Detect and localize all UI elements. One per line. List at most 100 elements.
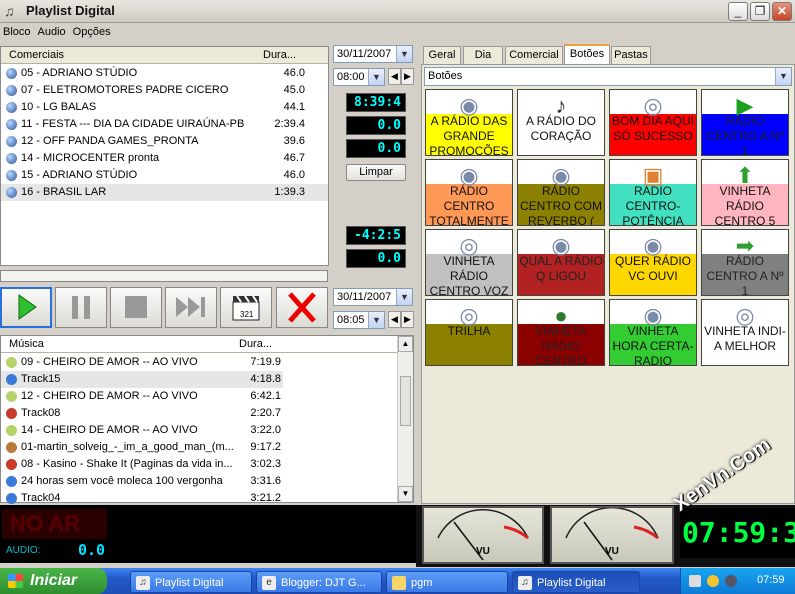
- tab-dia[interactable]: Dia: [463, 46, 503, 64]
- sound-button[interactable]: QUAL A RÁDIO Q LIGOU ◉: [517, 229, 605, 296]
- stop-button[interactable]: [110, 287, 162, 328]
- task-pgm[interactable]: pgm: [386, 571, 508, 593]
- track-name: Track15: [21, 373, 61, 385]
- start-button[interactable]: Iniciar: [0, 568, 107, 594]
- date-picker-bottom[interactable]: 30/11/2007 ▼: [333, 288, 413, 306]
- menu-audio[interactable]: Audio: [35, 24, 70, 38]
- sound-button[interactable]: A RÁDIO DO CORAÇÃO ♪: [517, 89, 605, 156]
- lcd-display-3: 0.0: [346, 139, 406, 158]
- tab-comercial[interactable]: Comercial: [505, 46, 563, 64]
- time-select-top[interactable]: 08:00 ▼: [333, 68, 385, 86]
- chevron-down-icon[interactable]: ▼: [398, 486, 413, 502]
- table-row[interactable]: 07 - ELETROMOTORES PADRE CICERO 45.0: [1, 82, 328, 99]
- sound-button[interactable]: RÁDIO CENTRO-POTÊNCIA ▣: [609, 159, 697, 226]
- commercial-duration: 46.0: [283, 67, 305, 79]
- lcd-display-4: -4:2:5: [346, 226, 406, 245]
- play-button[interactable]: [0, 287, 52, 328]
- date-picker-top[interactable]: 30/11/2007 ▼: [333, 45, 413, 63]
- windows-logo-icon: [8, 574, 23, 588]
- tab-pastas[interactable]: Pastas: [611, 46, 651, 64]
- time-select-bottom[interactable]: 08:05 ▼: [333, 311, 385, 329]
- security-icon[interactable]: [707, 575, 719, 587]
- commercials-list[interactable]: Comerciais Dura... 05 - ADRIANO STÚDIO 46…: [0, 46, 329, 266]
- chevron-up-icon[interactable]: ▲: [398, 336, 413, 352]
- next-arrow-icon[interactable]: ▶: [401, 311, 414, 328]
- menu-opcoes[interactable]: Opções: [70, 24, 115, 38]
- col-musica[interactable]: Música: [9, 338, 44, 350]
- track-name: Track08: [21, 407, 61, 419]
- table-row[interactable]: 12 - OFF PANDA GAMES_PRONTA 39.6: [1, 133, 328, 150]
- task-blogger[interactable]: e Blogger: DJT G...: [256, 571, 382, 593]
- tab-geral[interactable]: Geral: [423, 46, 461, 64]
- list-item[interactable]: Track15 4:18.8: [1, 371, 283, 388]
- chevron-down-icon[interactable]: ▼: [368, 69, 384, 85]
- start-label: Iniciar: [30, 572, 78, 589]
- delete-button[interactable]: [276, 287, 328, 328]
- task-playlist-digital-active[interactable]: ♫ Playlist Digital: [512, 571, 640, 593]
- chevron-down-icon[interactable]: ▼: [368, 312, 384, 328]
- clear-button[interactable]: Limpar: [346, 164, 406, 181]
- table-row[interactable]: 05 - ADRIANO STÚDIO 46.0: [1, 65, 328, 82]
- table-row[interactable]: 15 - ADRIANO STÚDIO 46.0: [1, 167, 328, 184]
- cd-icon: ◉: [459, 163, 479, 188]
- sound-button[interactable]: RÁDIO CENTRO TOTALMENTE ◉: [425, 159, 513, 226]
- clapperboard-button[interactable]: 321: [220, 287, 272, 328]
- table-row[interactable]: 11 - FESTA --- DIA DA CIDADE UIRAÚNA-PB 2…: [1, 116, 328, 133]
- task-playlist-digital[interactable]: ♫ Playlist Digital: [130, 571, 252, 593]
- chevron-down-icon[interactable]: ▼: [396, 46, 412, 62]
- track-duration: 9:17.2: [250, 441, 281, 453]
- list-item[interactable]: 14 - CHEIRO DE AMOR -- AO VIVO 3:22.0: [1, 422, 283, 439]
- scrollbar[interactable]: ▲ ▼: [397, 336, 413, 502]
- sound-button[interactable]: VINHETA INDI- A MELHOR ◎: [701, 299, 789, 366]
- col-duration[interactable]: Dura...: [239, 338, 272, 350]
- network-icon[interactable]: [689, 575, 701, 587]
- speaker-icon[interactable]: [725, 575, 737, 587]
- audio-file-icon: [6, 102, 17, 113]
- music-list[interactable]: Música Dura... 09 - CHEIRO DE AMOR -- AO…: [0, 335, 414, 504]
- sound-button[interactable]: VINHETA RÁDIO CENTRO ●: [517, 299, 605, 366]
- table-row[interactable]: 16 - BRASIL LAR 1:39.3: [1, 184, 328, 201]
- arrow-right-icon: ➡: [735, 233, 755, 258]
- commercial-duration: 39.6: [283, 135, 305, 147]
- sound-button[interactable]: RÁDIO CENTRO A Nº 1 ▶: [701, 89, 789, 156]
- table-row[interactable]: 10 - LG BALAS 44.1: [1, 99, 328, 116]
- sound-button[interactable]: VINHETA RÁDIO CENTRO 5 ⬆: [701, 159, 789, 226]
- sound-button[interactable]: A RÁDIO DAS GRANDE PROMOCÕES ◉: [425, 89, 513, 156]
- col-duration[interactable]: Dura...: [263, 49, 296, 61]
- chevron-down-icon[interactable]: ▼: [396, 289, 412, 305]
- sound-button[interactable]: RÁDIO CENTRO A Nº 1 ➡: [701, 229, 789, 296]
- commercial-name: 07 - ELETROMOTORES PADRE CICERO: [21, 84, 229, 96]
- list-item[interactable]: 08 - Kasino - Shake It (Paginas da vida …: [1, 456, 283, 473]
- list-item[interactable]: Track08 2:20.7: [1, 405, 283, 422]
- category-select[interactable]: Botões ▼: [424, 67, 792, 86]
- close-button[interactable]: ✕: [772, 2, 792, 21]
- tab-botoes[interactable]: Botões: [564, 44, 610, 65]
- next-arrow-icon[interactable]: ▶: [401, 68, 414, 85]
- lcd-display-5: 0.0: [346, 249, 406, 268]
- list-item[interactable]: 24 horas sem você moleca 100 vergonha 3:3…: [1, 473, 283, 490]
- chevron-down-icon[interactable]: ▼: [775, 68, 791, 85]
- minimize-button[interactable]: _: [728, 2, 748, 21]
- sound-button[interactable]: QUER RÁDIO VC OUVI ◉: [609, 229, 697, 296]
- sound-button[interactable]: VINHETA HORA CERTA-RADIO ◉: [609, 299, 697, 366]
- list-item[interactable]: 01-martin_solveig_-_im_a_good_man_(m... 9…: [1, 439, 283, 456]
- prev-arrow-icon[interactable]: ◀: [388, 311, 401, 328]
- col-comerciais[interactable]: Comerciais: [9, 49, 64, 61]
- sound-button[interactable]: VINHETA RÁDIO CENTRO VOZ GRAVE (EDITADA◎: [425, 229, 513, 296]
- sound-button[interactable]: TRILHA ◎: [425, 299, 513, 366]
- scroll-thumb[interactable]: [400, 376, 411, 426]
- sound-button[interactable]: BOM DIA AQUI SÓ SUCESSO ◎: [609, 89, 697, 156]
- list-item[interactable]: 09 - CHEIRO DE AMOR -- AO VIVO 7:19.9: [1, 354, 283, 371]
- audio-file-icon: [6, 153, 17, 164]
- sound-button[interactable]: RÁDIO CENTRO COM REVERBO (◉: [517, 159, 605, 226]
- prev-arrow-icon[interactable]: ◀: [388, 68, 401, 85]
- sound-button-label: A RÁDIO DAS GRANDE PROMOCÕES: [426, 114, 512, 155]
- list-item[interactable]: 12 - CHEIRO DE AMOR -- AO VIVO 6:42.1: [1, 388, 283, 405]
- pause-button[interactable]: [55, 287, 107, 328]
- lcd-display-2: 0.0: [346, 116, 406, 135]
- table-row[interactable]: 14 - MICROCENTER pronta 46.7: [1, 150, 328, 167]
- maximize-button[interactable]: ❐: [750, 2, 770, 21]
- menu-bloco[interactable]: Bloco: [0, 24, 35, 38]
- task-label: Playlist Digital: [155, 577, 224, 589]
- next-track-button[interactable]: [165, 287, 217, 328]
